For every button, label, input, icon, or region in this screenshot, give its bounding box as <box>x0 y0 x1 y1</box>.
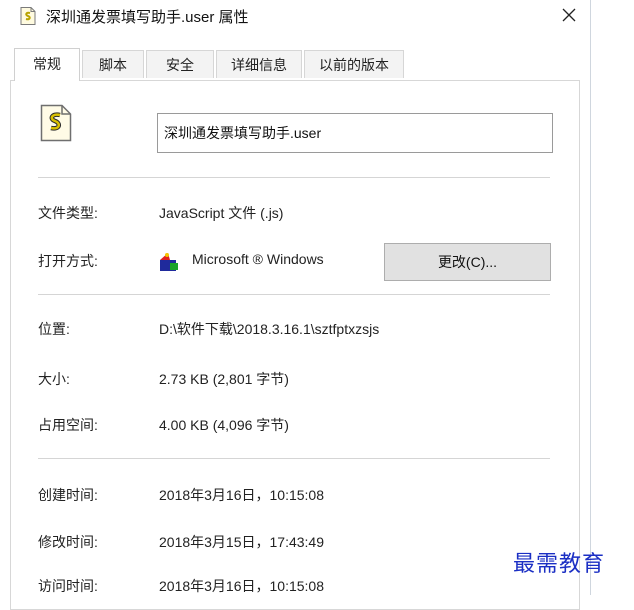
accessed-value: 2018年3月16日，10:15:08 <box>159 578 324 594</box>
javascript-file-icon <box>40 104 72 142</box>
close-icon <box>562 8 576 22</box>
properties-dialog: 深圳通发票填写助手.user 属性 常规 脚本 安全 详细信息 以前的版本 文件… <box>0 0 591 610</box>
divider <box>38 458 550 459</box>
change-button[interactable]: 更改(C)... <box>384 243 551 281</box>
location-value: D:\软件下载\2018.3.16.1\sztfptxzsjs <box>159 321 380 337</box>
file-name-input[interactable] <box>157 113 553 153</box>
tab-previous-versions[interactable]: 以前的版本 <box>304 50 404 78</box>
general-tab-panel <box>10 80 580 610</box>
file-type-label: 文件类型: <box>38 205 98 221</box>
watermark: 最需教育 <box>513 552 606 577</box>
divider <box>38 177 550 178</box>
tab-bar: 常规 脚本 安全 详细信息 以前的版本 <box>14 48 574 81</box>
size-on-disk-value: 4.00 KB (4,096 字节) <box>159 417 289 433</box>
modified-value: 2018年3月15日，17:43:49 <box>159 534 324 550</box>
close-button[interactable] <box>548 0 590 30</box>
tab-security[interactable]: 安全 <box>146 50 214 78</box>
windows-script-host-icon <box>158 251 182 273</box>
modified-label: 修改时间: <box>38 534 98 550</box>
window-title: 深圳通发票填写助手.user 属性 <box>46 9 249 26</box>
location-label: 位置: <box>38 321 70 337</box>
divider <box>38 294 550 295</box>
size-label: 大小: <box>38 371 70 387</box>
tab-details[interactable]: 详细信息 <box>216 50 302 78</box>
title-bar[interactable]: 深圳通发票填写助手.user 属性 <box>0 0 590 32</box>
javascript-file-icon <box>20 7 36 25</box>
tab-script[interactable]: 脚本 <box>82 50 144 78</box>
created-label: 创建时间: <box>38 487 98 503</box>
size-value: 2.73 KB (2,801 字节) <box>159 371 289 387</box>
size-on-disk-label: 占用空间: <box>38 417 98 433</box>
created-value: 2018年3月16日，10:15:08 <box>159 487 324 503</box>
file-type-value: JavaScript 文件 (.js) <box>159 205 284 221</box>
accessed-label: 访问时间: <box>38 578 98 594</box>
opens-with-value: Microsoft ® Windows <box>192 251 324 267</box>
opens-with-label: 打开方式: <box>38 253 98 269</box>
tab-general[interactable]: 常规 <box>14 48 80 81</box>
